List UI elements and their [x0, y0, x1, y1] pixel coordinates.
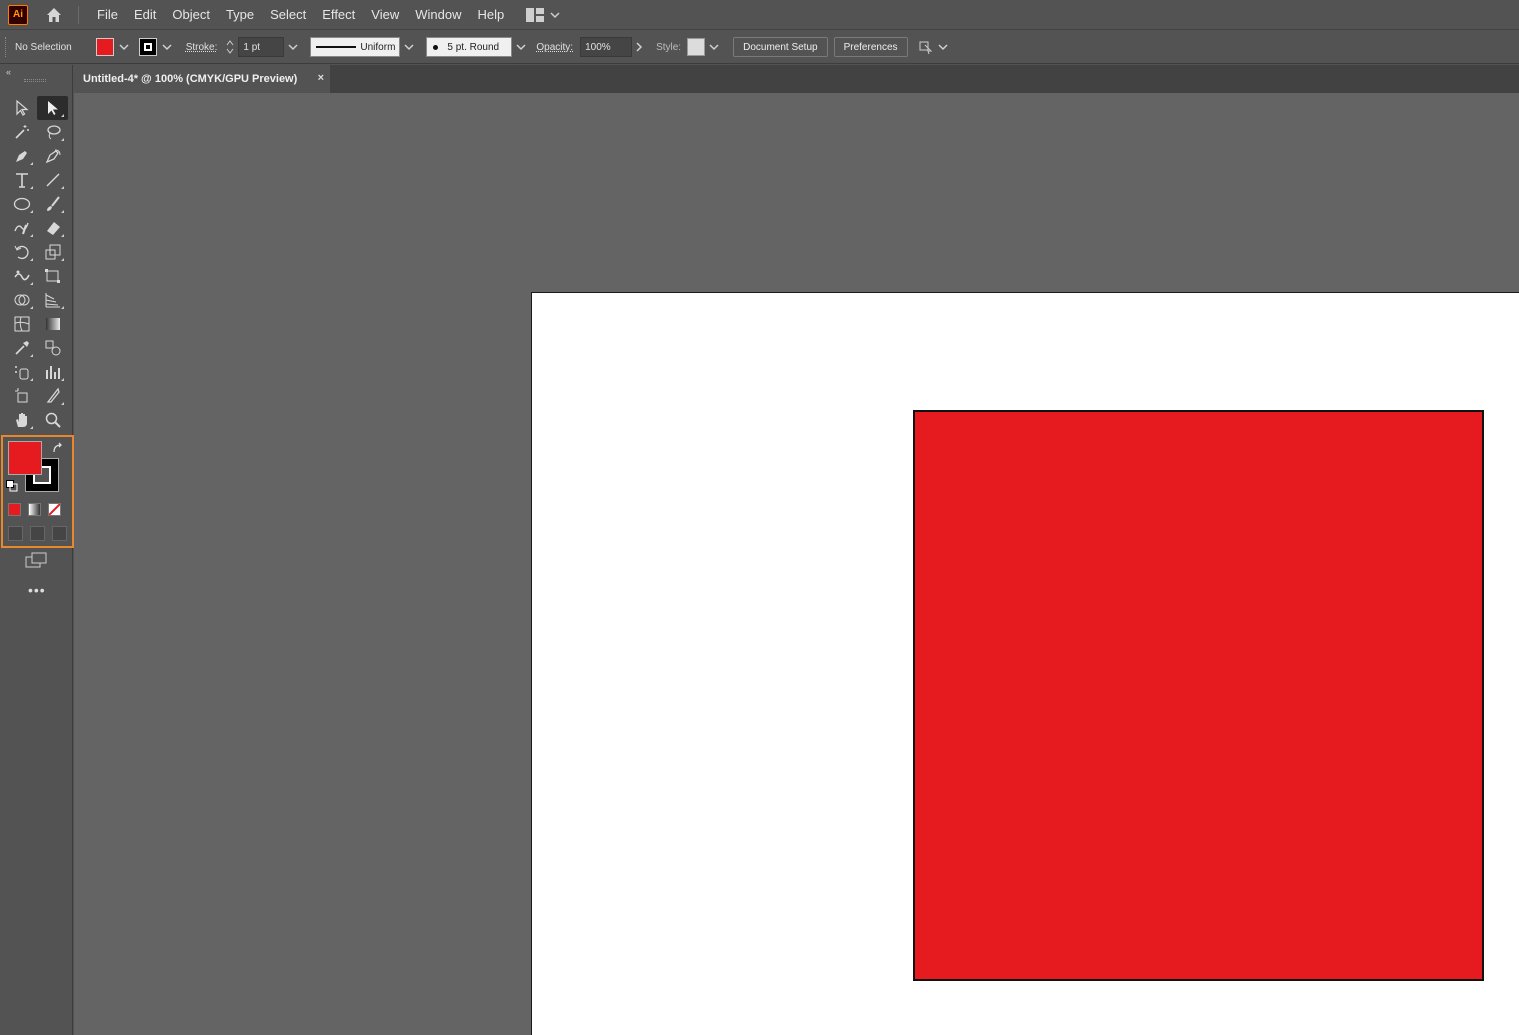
gradient-mode-icon[interactable] — [28, 503, 41, 516]
swap-fill-stroke-icon[interactable] — [51, 441, 65, 455]
direct-selection-tool-icon[interactable] — [37, 96, 68, 120]
menu-help[interactable]: Help — [469, 1, 512, 29]
workspace-switcher[interactable] — [526, 7, 560, 22]
ellipse-tool-icon[interactable] — [6, 192, 37, 216]
app-logo: Ai — [8, 4, 28, 25]
workspace-grid-icon — [526, 7, 545, 22]
puppet-warp-tool-icon[interactable] — [6, 264, 37, 288]
draw-inside-icon[interactable] — [52, 526, 67, 541]
menu-effect[interactable]: Effect — [314, 1, 363, 29]
document-tabs: Untitled-4* @ 100% (CMYK/GPU Preview) × — [74, 65, 1519, 93]
symbol-sprayer-tool-icon[interactable] — [6, 360, 37, 384]
style-label: Style: — [656, 41, 682, 53]
draw-normal-icon[interactable] — [8, 526, 23, 541]
stroke-profile-line — [316, 46, 357, 48]
edit-toolbar-icon[interactable]: ••• — [28, 582, 46, 598]
stroke-profile-value: Uniform — [360, 41, 396, 53]
curvature-tool-icon[interactable] — [37, 144, 68, 168]
fill-swatch[interactable] — [95, 38, 114, 56]
selection-tool-icon[interactable] — [6, 96, 37, 120]
document-setup-button[interactable]: Document Setup — [733, 37, 828, 57]
hand-tool-icon[interactable] — [6, 408, 37, 432]
line-segment-tool-icon[interactable] — [37, 168, 68, 192]
screen-mode-icon[interactable] — [25, 552, 47, 568]
fill-color-box[interactable] — [8, 441, 42, 475]
menu-divider — [78, 5, 79, 24]
magic-wand-tool-icon[interactable] — [6, 120, 37, 144]
home-icon[interactable] — [42, 3, 66, 27]
mesh-tool-icon[interactable] — [6, 312, 37, 336]
shaper-tool-icon[interactable] — [6, 216, 37, 240]
menu-select[interactable]: Select — [262, 1, 314, 29]
menu-file[interactable]: File — [89, 1, 126, 29]
gradient-tool-icon[interactable] — [37, 312, 68, 336]
lasso-tool-icon[interactable] — [37, 120, 68, 144]
tool-grid — [6, 96, 68, 432]
menu-window[interactable]: Window — [407, 1, 469, 29]
chevron-down-icon[interactable] — [119, 42, 129, 52]
zoom-tool-icon[interactable] — [37, 408, 68, 432]
arrange-documents-icon[interactable] — [918, 39, 934, 55]
chevron-down-icon[interactable] — [404, 42, 414, 52]
chevron-right-icon[interactable] — [634, 42, 644, 52]
stroke-label[interactable]: Stroke: — [186, 42, 218, 53]
menu-items: File Edit Object Type Select Effect View… — [89, 1, 512, 29]
menu-type[interactable]: Type — [218, 1, 262, 29]
stroke-swatch[interactable] — [138, 38, 157, 56]
rotate-tool-icon[interactable] — [6, 240, 37, 264]
opacity-label[interactable]: Opacity: — [536, 42, 573, 53]
chevron-down-icon[interactable] — [937, 42, 948, 52]
shape-builder-tool-icon[interactable] — [6, 288, 37, 312]
chevron-down-icon[interactable] — [162, 42, 172, 52]
control-bar-grip[interactable] — [5, 37, 9, 57]
chevron-down-icon[interactable] — [709, 42, 719, 52]
stepper-icon[interactable] — [225, 38, 235, 56]
type-tool-icon[interactable] — [6, 168, 37, 192]
graphic-style-swatch[interactable] — [687, 38, 706, 56]
chevron-down-icon — [550, 11, 560, 18]
document-tab[interactable]: Untitled-4* @ 100% (CMYK/GPU Preview) × — [74, 65, 330, 93]
paintbrush-tool-icon[interactable] — [37, 192, 68, 216]
brush-value: 5 pt. Round — [447, 41, 500, 53]
menu-view[interactable]: View — [363, 1, 407, 29]
menu-bar: Ai File Edit Object Type Select Effect V… — [0, 0, 1519, 30]
default-fill-stroke-icon[interactable] — [6, 480, 18, 492]
document-tab-title: Untitled-4* @ 100% (CMYK/GPU Preview) — [83, 73, 298, 85]
menu-edit[interactable]: Edit — [126, 1, 164, 29]
blend-tool-icon[interactable] — [37, 336, 68, 360]
stroke-weight-input[interactable]: 1 pt — [238, 37, 285, 57]
slice-tool-icon[interactable] — [37, 384, 68, 408]
color-controls — [1, 435, 74, 548]
brush-select[interactable]: 5 pt. Round — [426, 37, 513, 57]
chevron-down-icon[interactable] — [516, 42, 526, 52]
selection-status: No Selection — [15, 41, 72, 53]
opacity-input[interactable]: 100% — [580, 37, 633, 57]
eraser-tool-icon[interactable] — [37, 216, 68, 240]
brush-dot-icon — [433, 44, 439, 50]
draw-behind-icon[interactable] — [30, 526, 45, 541]
preferences-button[interactable]: Preferences — [833, 37, 908, 57]
draw-mode-row — [8, 526, 67, 541]
close-icon[interactable]: × — [318, 72, 324, 84]
pen-tool-icon[interactable] — [6, 144, 37, 168]
free-transform-tool-icon[interactable] — [37, 264, 68, 288]
tools-panel: « ••• — [0, 65, 74, 1035]
color-mode-icon[interactable] — [8, 503, 21, 516]
scale-tool-icon[interactable] — [37, 240, 68, 264]
artboard-tool-icon[interactable] — [6, 384, 37, 408]
column-graph-tool-icon[interactable] — [37, 360, 68, 384]
panel-grip[interactable] — [24, 79, 46, 82]
menu-object[interactable]: Object — [164, 1, 218, 29]
eyedropper-tool-icon[interactable] — [6, 336, 37, 360]
none-mode-icon[interactable] — [48, 503, 61, 516]
stroke-profile-select[interactable]: Uniform — [310, 37, 401, 57]
color-mode-row — [8, 503, 61, 516]
control-bar: No Selection Stroke: 1 pt Uniform 5 pt. … — [0, 31, 1519, 64]
collapse-panel-icon[interactable]: « — [6, 67, 11, 77]
red-rectangle[interactable] — [913, 410, 1484, 981]
chevron-down-icon[interactable] — [288, 42, 298, 52]
perspective-grid-tool-icon[interactable] — [37, 288, 68, 312]
